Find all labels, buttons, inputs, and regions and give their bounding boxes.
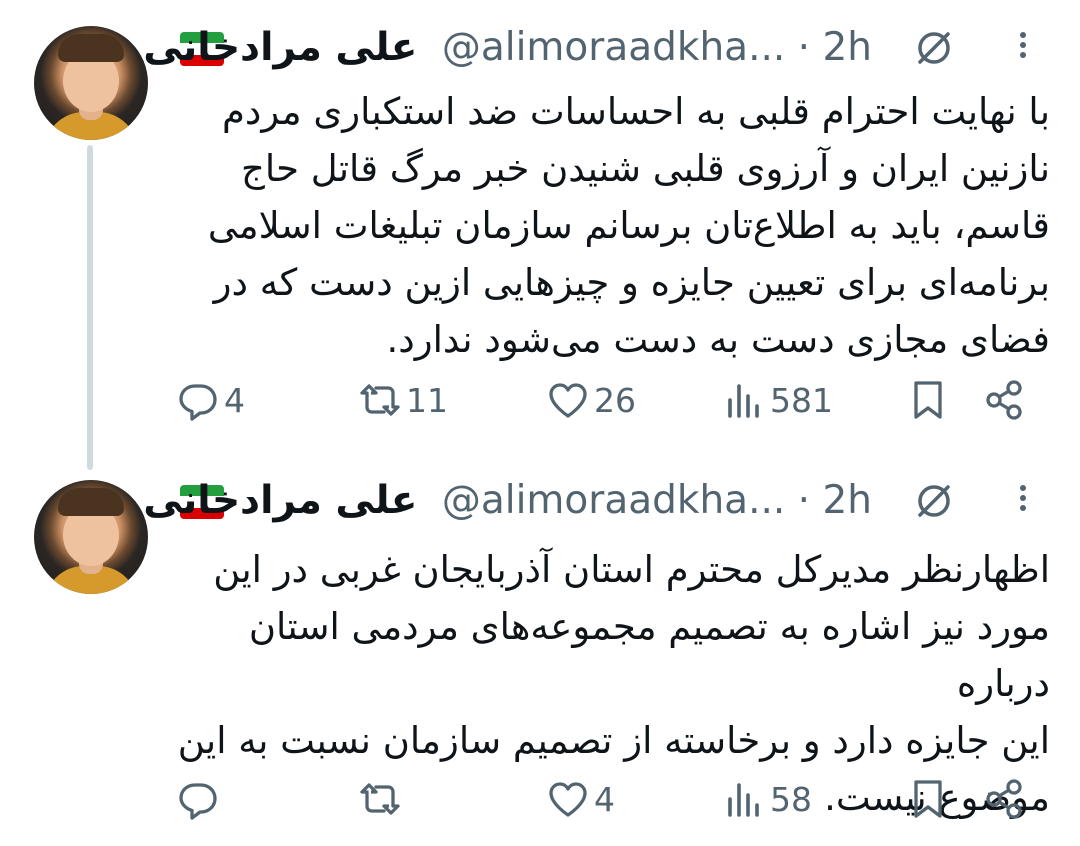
reply-icon [179,384,217,421]
retweet-button[interactable] [358,772,406,826]
like-count: 26 [594,380,636,420]
tweet-text-line: این جایزه دارد و برخاسته از تصمیم سازمان… [177,719,1050,762]
share-icon [986,380,1022,420]
tweet-header: علی مرادخانی @alimoraadkha... · 2h [143,473,1050,533]
heart-icon [549,383,587,418]
bookmark-icon [914,381,942,419]
views-button[interactable]: 581 [722,373,833,427]
heart-icon [549,782,587,817]
tweet-text-line: با نهایت احترام قلبی به احساسات ضد استکب… [221,90,1050,133]
author-handle[interactable]: @alimoraadkha... [442,25,785,70]
timestamp[interactable]: · 2h [798,25,872,70]
tweet-meta: علی مرادخانی @alimoraadkha... · 2h [143,475,872,527]
bookmark-button[interactable] [906,772,950,826]
tweet[interactable]: علی مرادخانی @alimoraadkha... · 2h با نه… [0,0,1080,470]
tweet-meta: علی مرادخانی @alimoraadkha... · 2h [143,22,872,74]
bookmark-button[interactable] [906,373,950,427]
retweet-icon [360,384,400,416]
timestamp[interactable]: · 2h [798,478,872,523]
views-count: 58 [770,779,812,819]
avatar[interactable] [34,480,148,594]
author-name[interactable]: علی مرادخانی [143,25,417,70]
tweet-text-line: اظهارنظر مدیرکل محترم استان آذربایجان غر… [213,548,1050,591]
tweet-text-line: قاسم، باید به اطلاع‌تان برسانم سازمان تب… [207,204,1050,247]
tweet-actions: 4 58 [170,772,1040,826]
share-button[interactable] [982,772,1026,826]
like-button[interactable]: 4 [546,772,615,826]
tweet-actions: 4 11 26 581 [170,373,1040,427]
retweet-button[interactable]: 11 [358,373,448,427]
retweet-count: 11 [406,380,448,420]
author-handle[interactable]: @alimoraadkha... [442,478,785,523]
reply-icon [179,783,217,820]
share-icon [986,779,1022,819]
tweet[interactable]: علی مرادخانی @alimoraadkha... · 2h اظهار… [0,455,1080,846]
ban-icon[interactable] [912,28,956,68]
like-count: 4 [594,779,615,819]
tweet-text-line: برنامه‌ای برای تعیین جایزه و چیزهایی ازی… [213,261,1050,304]
avatar[interactable] [34,26,148,140]
reply-button[interactable] [176,772,224,826]
author-name[interactable]: علی مرادخانی [143,478,417,523]
share-button[interactable] [982,373,1026,427]
more-icon[interactable] [1018,481,1028,521]
bookmark-icon [914,780,942,818]
views-count: 581 [770,380,833,420]
more-icon[interactable] [1018,28,1028,68]
reply-count: 4 [224,380,245,420]
tweet-text-line: نازنین ایران و آرزوی قلبی شنیدن خبر مرگ … [240,147,1050,190]
retweet-icon [360,783,400,815]
tweet-header: علی مرادخانی @alimoraadkha... · 2h [143,20,1050,80]
ban-icon[interactable] [912,481,956,521]
like-button[interactable]: 26 [546,373,636,427]
tweet-text: با نهایت احترام قلبی به احساسات ضد استکب… [160,83,1050,368]
thread-connector-line [87,145,93,470]
tweet-text-line: فضای مجازی دست به دست می‌شود ندارد. [386,318,1051,361]
views-button[interactable]: 58 [722,772,812,826]
tweet-text-line: مورد نیز اشاره به تصمیم مجموعه‌های مردمی… [248,605,1050,705]
views-icon [728,783,759,817]
reply-button[interactable]: 4 [176,373,245,427]
views-icon [728,384,759,418]
